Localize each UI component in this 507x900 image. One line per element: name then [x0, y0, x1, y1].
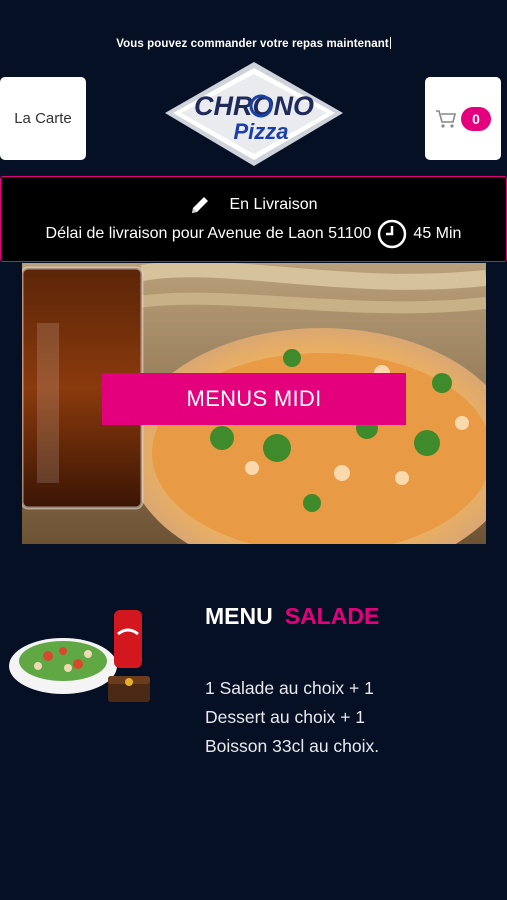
cart-button[interactable]: 0: [425, 77, 501, 160]
delivery-banner[interactable]: En Livraison Délai de livraison pour Ave…: [0, 176, 507, 262]
hero-banner[interactable]: MENUS MIDI: [22, 263, 486, 544]
pencil-icon[interactable]: [189, 194, 211, 216]
menu-description: 1 Salade au choix + 1 Dessert au choix +…: [205, 678, 380, 756]
la-carte-label: La Carte: [14, 110, 72, 127]
delivery-mode: En Livraison: [229, 196, 318, 213]
menus-midi-label: MENUS MIDI: [186, 386, 322, 411]
delivery-time: 45 Min: [413, 225, 462, 242]
menu-title-word1: MENU: [205, 603, 273, 629]
salad-menu-image[interactable]: [8, 606, 158, 712]
order-notice: Vous pouvez commander votre repas mainte…: [116, 37, 391, 50]
menu-title: MENU SALADE: [205, 603, 379, 630]
la-carte-button[interactable]: La Carte: [0, 77, 86, 160]
menu-title-word2: SALADE: [284, 603, 380, 629]
menus-midi-button[interactable]: MENUS MIDI: [102, 373, 406, 425]
logo-chrono-text: CHRONO: [194, 91, 314, 121]
chrono-pizza-logo[interactable]: CHRONO Pizza: [163, 60, 345, 170]
logo-pizza-text: Pizza: [233, 119, 288, 144]
delivery-delay-text: Délai de livraison pour Avenue de Laon 5…: [45, 225, 372, 242]
clock-icon: [378, 219, 407, 249]
cart-count-badge: 0: [461, 106, 491, 131]
cart-icon: [436, 109, 457, 128]
